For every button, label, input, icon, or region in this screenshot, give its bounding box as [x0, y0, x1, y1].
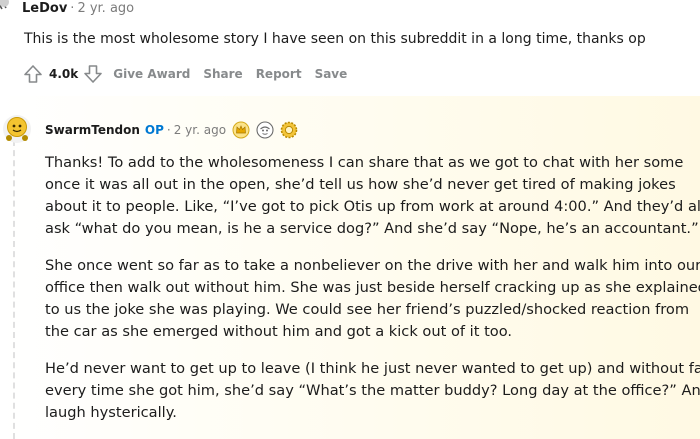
upvote-arrow-icon[interactable]: [22, 63, 44, 85]
comment-body: Thanks! To add to the wholesomeness I ca…: [45, 152, 700, 439]
text-line: ask “what do you mean, is he a service d…: [45, 220, 699, 237]
gear-award-icon[interactable]: [280, 121, 298, 139]
author-name[interactable]: SwarmTendon: [45, 121, 140, 139]
text-line: once it was all out in the open, she’d t…: [45, 176, 676, 193]
user-avatar[interactable]: [2, 114, 32, 144]
comment-paragraph: She once went so far as to take a nonbel…: [45, 255, 700, 343]
comment-timestamp[interactable]: 2 yr. ago: [77, 1, 134, 16]
comment-paragraph: Thanks! To add to the wholesomeness I ca…: [45, 152, 700, 240]
comment-body: This is the most wholesome story I have …: [24, 31, 646, 47]
user-avatar[interactable]: [0, 0, 16, 18]
text-line: about it to people. Like, “I’ve got to p…: [45, 198, 700, 215]
give-award-button[interactable]: Give Award: [113, 67, 190, 81]
op-badge: OP: [144, 123, 164, 137]
author-name[interactable]: LeDov: [22, 1, 67, 16]
text-line: the car as she emerged without him and g…: [45, 323, 513, 340]
text-line: every time she got him, she’d say “What’…: [45, 382, 700, 399]
text-line: She once went so far as to take a nonbel…: [45, 257, 700, 274]
text-line: He’d never want to get up to leave (I th…: [45, 360, 700, 377]
comment-meta: SwarmTendon OP · 2 yr. ago: [45, 121, 298, 139]
text-line: Thanks! To add to the wholesomeness I ca…: [45, 154, 684, 171]
comment-meta: LeDov · 2 yr. ago: [22, 0, 134, 18]
comment-actions: 4.0k Give Award Share Report Save: [22, 62, 347, 86]
text-line: office then walk out without him. She wa…: [45, 279, 700, 296]
share-button[interactable]: Share: [203, 67, 242, 81]
crown-award-icon[interactable]: [232, 121, 250, 139]
report-button[interactable]: Report: [256, 67, 302, 81]
face-award-icon[interactable]: [256, 121, 274, 139]
meta-separator: ·: [70, 1, 75, 16]
downvote-arrow-icon[interactable]: [82, 63, 104, 85]
meta-separator: ·: [166, 123, 171, 137]
reddit-comment-thread: LeDov · 2 yr. ago This is the most wholeso…: [0, 0, 700, 439]
save-button[interactable]: Save: [315, 67, 348, 81]
comment-paragraph: He’d never want to get up to leave (I th…: [45, 358, 700, 424]
comment-timestamp[interactable]: 2 yr. ago: [174, 121, 226, 139]
text-line: laugh hysterically.: [45, 404, 177, 421]
vote-score: 4.0k: [49, 67, 79, 81]
text-line: to us the joke she was playing. We could…: [45, 301, 690, 318]
thread-collapse-line[interactable]: [13, 140, 15, 439]
